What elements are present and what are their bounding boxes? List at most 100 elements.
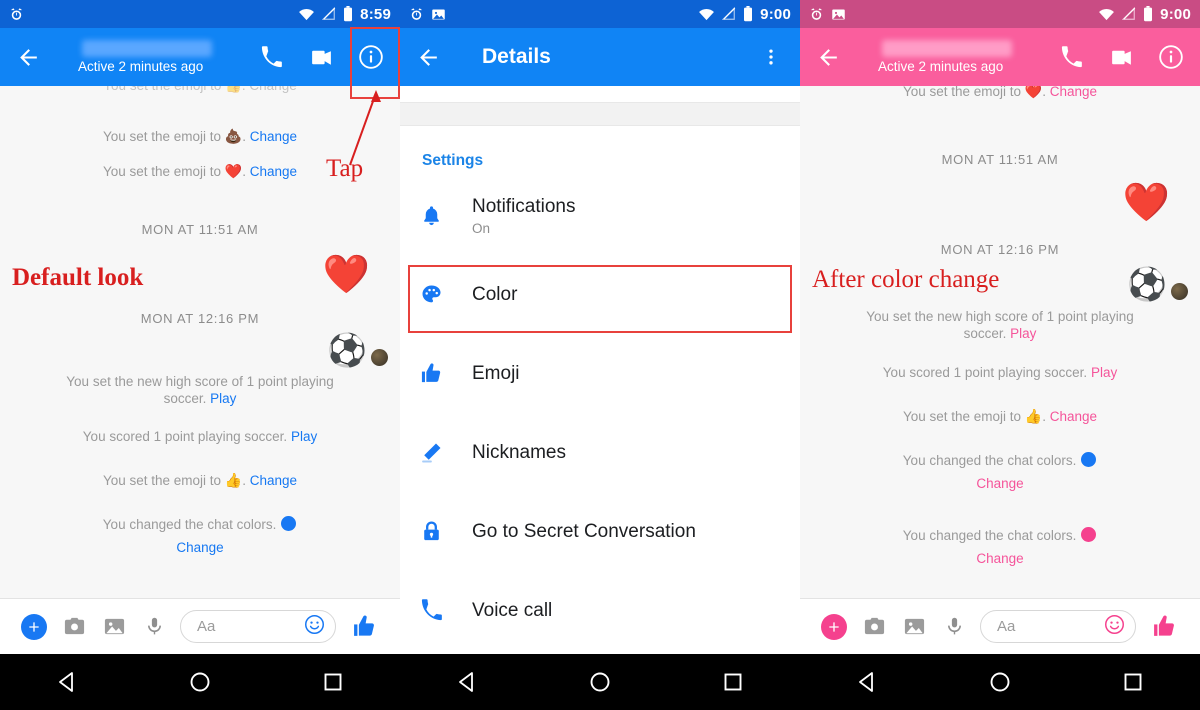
gallery-button[interactable] [94, 615, 134, 638]
system-message-text: You set the emoji to [102, 164, 225, 179]
nav-home-icon[interactable] [565, 670, 635, 694]
page-title: Details [482, 45, 551, 68]
wifi-icon [698, 8, 715, 21]
alarm-icon [409, 7, 424, 22]
smiley-icon[interactable] [304, 614, 325, 640]
settings-section-title: Settings [422, 152, 484, 169]
thumbs-up-button[interactable] [1142, 614, 1186, 639]
chat-color-text: You changed the chat colors. [102, 517, 281, 532]
contact-title-left[interactable]: Active 2 minutes ago [52, 40, 246, 74]
bell-icon [420, 204, 472, 227]
nav-recents-icon[interactable] [698, 670, 768, 694]
microphone-button[interactable] [134, 616, 174, 637]
microphone-button[interactable] [934, 616, 974, 637]
timestamp-divider: MON AT 12:16 PM [940, 242, 1060, 257]
nav-recents-icon[interactable] [298, 670, 368, 694]
play-link[interactable]: Play [291, 429, 317, 444]
gallery-icon [904, 618, 924, 635]
nav-back-icon[interactable] [32, 670, 102, 694]
system-message-text: You set the emoji to [902, 86, 1025, 99]
change-link[interactable]: Change [976, 476, 1023, 491]
score-text: You scored 1 point playing soccer. [882, 365, 1091, 380]
emoji-set-suffix: . [1042, 409, 1050, 424]
nav-back-icon[interactable] [432, 670, 502, 694]
change-link[interactable]: Change [976, 551, 1023, 566]
nav-back-icon[interactable] [832, 670, 902, 694]
info-icon[interactable] [346, 28, 396, 86]
nav-recents-icon[interactable] [1098, 670, 1168, 694]
heart-sticker[interactable]: ❤️ [1123, 184, 1170, 222]
plus-button[interactable] [814, 613, 854, 640]
heart-sticker[interactable]: ❤️ [323, 256, 370, 294]
system-message: You changed the chat colors. Change [0, 516, 400, 563]
android-nav-bar-right [800, 654, 1200, 710]
more-vert-icon[interactable] [746, 28, 796, 86]
battery-icon [343, 6, 353, 22]
settings-row-color[interactable]: Color [400, 255, 800, 334]
video-icon[interactable] [296, 28, 346, 86]
toolbar-middle: Details [400, 28, 800, 86]
back-button-middle[interactable] [404, 33, 452, 81]
phone-icon[interactable] [1046, 28, 1096, 86]
status-time-right: 9:00 [1160, 5, 1191, 23]
battery-icon [743, 6, 753, 22]
emoji-set-text: You set the emoji to [102, 473, 225, 488]
cut-off-message: You set the emoji to ❤️. Change [800, 86, 1200, 100]
change-link[interactable]: Change [176, 540, 223, 555]
soccer-ball-icon: ⚽ [1127, 266, 1167, 302]
settings-row-secret-conversation[interactable]: Go to Secret Conversation [400, 492, 800, 571]
change-link[interactable]: Change [250, 164, 297, 179]
camera-button[interactable] [54, 615, 94, 638]
phone-icon[interactable] [246, 28, 296, 86]
color-swatch [281, 516, 297, 531]
microphone-icon [947, 617, 961, 635]
gallery-button[interactable] [894, 615, 934, 638]
info-icon[interactable] [1146, 28, 1196, 86]
android-nav-bar-middle [400, 654, 800, 710]
settings-row-notifications[interactable]: Notifications On [400, 176, 800, 255]
wifi-icon [298, 8, 315, 21]
high-score-text-2: soccer. [963, 326, 1011, 341]
plus-button[interactable] [14, 613, 54, 640]
system-message: You set the emoji to 👍. Change [800, 408, 1200, 425]
thumbs-up-button[interactable] [342, 614, 386, 639]
play-link[interactable]: Play [1091, 365, 1117, 380]
change-link[interactable]: Change [250, 129, 297, 144]
back-button-left[interactable] [4, 33, 52, 81]
chat-thread-right[interactable]: You set the emoji to ❤️. Change MON AT 1… [800, 86, 1200, 598]
alarm-icon [9, 7, 24, 22]
spacer-gray [400, 102, 800, 126]
play-link[interactable]: Play [1010, 326, 1036, 341]
nav-home-icon[interactable] [165, 670, 235, 694]
panel-details: 9:00 Details Settings Notifications On C… [400, 0, 800, 710]
nav-home-icon[interactable] [965, 670, 1035, 694]
avatar [1171, 283, 1188, 300]
settings-row-emoji[interactable]: Emoji [400, 334, 800, 413]
thumbs-up-icon [420, 362, 472, 385]
play-link[interactable]: Play [210, 391, 236, 406]
smiley-icon[interactable] [1104, 614, 1125, 640]
message-input[interactable]: Aa [180, 610, 336, 643]
settings-row-nicknames[interactable]: Nicknames [400, 413, 800, 492]
camera-button[interactable] [854, 615, 894, 638]
lock-icon [420, 520, 472, 543]
thumbs-up-emoji: 👍 [224, 472, 243, 488]
settings-row-voice-call[interactable]: Voice call [400, 571, 800, 650]
thumbs-up-icon [1153, 615, 1174, 636]
soccer-game-bubble[interactable]: ⚽ [327, 334, 388, 366]
contact-title-right[interactable]: Active 2 minutes ago [852, 40, 1046, 74]
soccer-game-bubble[interactable]: ⚽ [1127, 268, 1188, 300]
message-input[interactable]: Aa [980, 610, 1136, 643]
image-icon [831, 7, 846, 22]
video-icon[interactable] [1096, 28, 1146, 86]
back-button-right[interactable] [804, 33, 852, 81]
heart-emoji: ❤️ [1024, 86, 1043, 99]
battery-icon [1143, 6, 1153, 22]
change-link[interactable]: Change [1050, 86, 1097, 99]
row-sub: On [472, 220, 491, 236]
change-link[interactable]: Change [250, 473, 297, 488]
change-link[interactable]: Change [1050, 409, 1097, 424]
high-score-text: You set the new high score of 1 point pl… [866, 309, 1134, 324]
palette-icon [420, 283, 472, 306]
details-list[interactable]: Settings Notifications On Color Emoji Ni… [400, 86, 800, 654]
